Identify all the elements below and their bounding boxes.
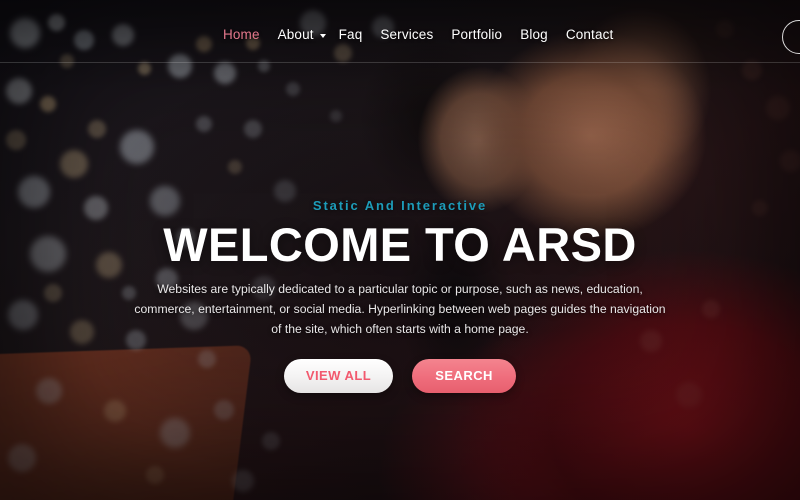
nav-links-list: Home About Faq Services Portfolio Blog Contact [214, 25, 622, 44]
navbar-divider [0, 62, 800, 63]
hero-banner: Home About Faq Services Portfolio Blog Contact… [0, 0, 800, 500]
hero-button-row: VIEW ALL SEARCH [0, 358, 800, 393]
hero-paragraph: Websites are typically dedicated to a pa… [134, 282, 666, 336]
view-all-button[interactable]: VIEW ALL [283, 358, 394, 393]
nav-item-about[interactable]: About [269, 25, 330, 44]
search-button[interactable]: SEARCH [412, 358, 517, 393]
nav-link-blog[interactable]: Blog [511, 25, 557, 44]
nav-item-portfolio[interactable]: Portfolio [442, 25, 511, 44]
nav-link-faq[interactable]: Faq [330, 25, 372, 44]
nav-item-blog[interactable]: Blog [511, 25, 557, 44]
page-title: WELCOME TO ARSD [163, 218, 637, 271]
main-navbar: Home About Faq Services Portfolio Blog Contact [0, 0, 800, 63]
search-circle-icon[interactable] [782, 20, 800, 54]
nav-link-portfolio[interactable]: Portfolio [442, 25, 511, 44]
hero-content: Static And Interactive WELCOME TO ARSD W… [0, 198, 800, 393]
nav-link-home[interactable]: Home [214, 25, 269, 44]
nav-item-services[interactable]: Services [371, 25, 442, 44]
nav-item-faq[interactable]: Faq [330, 25, 372, 44]
nav-item-home[interactable]: Home [214, 25, 269, 44]
hero-eyebrow: Static And Interactive [312, 198, 488, 213]
chevron-down-icon[interactable] [319, 33, 326, 38]
nav-item-contact[interactable]: Contact [557, 25, 623, 44]
nav-link-contact[interactable]: Contact [557, 25, 623, 44]
nav-link-about[interactable]: About [269, 25, 323, 44]
nav-link-services[interactable]: Services [371, 25, 442, 44]
